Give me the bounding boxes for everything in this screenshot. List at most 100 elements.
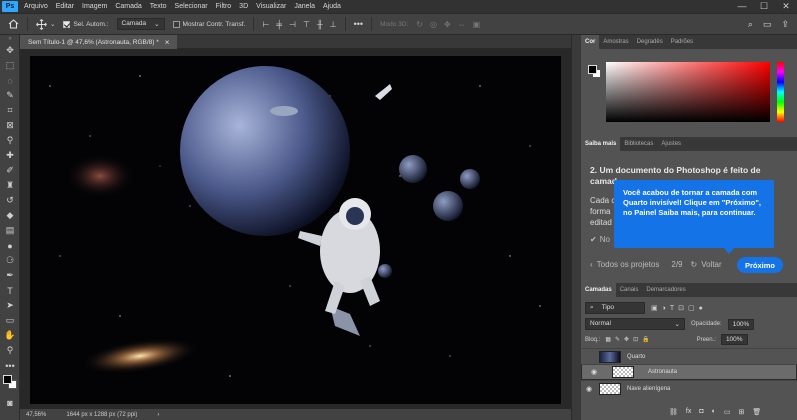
menu-janela[interactable]: Janela xyxy=(290,3,319,10)
blur-tool-icon[interactable]: ● xyxy=(0,238,20,253)
chevron-left-icon[interactable]: ‹ xyxy=(590,260,593,269)
zoom-level[interactable]: 47,56% xyxy=(26,412,46,418)
move-tool-preset[interactable]: ⌄ xyxy=(36,18,55,30)
rectangle-tool-icon[interactable]: ▭ xyxy=(0,313,20,328)
tab-cor[interactable]: Cor xyxy=(581,35,600,49)
tab-ajustes[interactable]: Ajustes xyxy=(657,137,685,151)
more-options-icon[interactable]: ••• xyxy=(354,19,363,29)
eye-icon[interactable]: ◉ xyxy=(588,368,600,376)
healing-brush-tool-icon[interactable]: ✚ xyxy=(0,148,20,163)
canvas-area[interactable] xyxy=(20,49,571,409)
workspace-icon[interactable]: ▭ xyxy=(763,19,772,30)
layer-row[interactable]: Quarto xyxy=(581,348,797,364)
lock-icons[interactable]: ▦✎✥⊡🔒 xyxy=(605,336,653,343)
lasso-tool-icon[interactable]: ◌ xyxy=(0,73,20,88)
gradient-tool-icon[interactable]: ▤ xyxy=(0,223,20,238)
crop-tool-icon[interactable]: ⌗ xyxy=(0,103,20,118)
maximize-button[interactable]: ☐ xyxy=(753,0,775,13)
align-icons[interactable]: ⊢ ╪ ⊣ ⊤ ╫ ⊥ xyxy=(262,20,336,29)
quick-mask-icon[interactable]: ◙ xyxy=(0,395,20,410)
zoom-tool-icon[interactable]: ⚲ xyxy=(0,343,20,358)
next-button[interactable]: Próximo xyxy=(737,257,783,273)
adjustment-icon[interactable]: ◐ xyxy=(712,408,716,416)
tab-canais[interactable]: Canais xyxy=(616,283,643,297)
menu-ajuda[interactable]: Ajuda xyxy=(319,3,345,10)
tab-saiba-mais[interactable]: Saiba mais xyxy=(581,137,621,151)
tab-camadas[interactable]: Camadas xyxy=(581,283,616,297)
color-swatches[interactable] xyxy=(0,373,20,395)
eye-icon[interactable]: ◉ xyxy=(583,385,595,393)
share-icon[interactable]: ⇪ xyxy=(781,19,789,30)
back-button[interactable]: Voltar xyxy=(701,260,721,269)
menu-filtro[interactable]: Filtro xyxy=(212,3,236,10)
history-brush-tool-icon[interactable]: ↺ xyxy=(0,193,20,208)
more-tools-icon[interactable]: ••• xyxy=(0,358,20,373)
menu-visualizar[interactable]: Visualizar xyxy=(252,3,290,10)
opacity-input[interactable]: 100% xyxy=(727,318,755,330)
type-tool-icon[interactable]: T xyxy=(0,283,20,298)
eyedropper-tool-icon[interactable]: ⚲ xyxy=(0,133,20,148)
move-tool-icon[interactable]: ✥ xyxy=(0,43,20,58)
menu-selecionar[interactable]: Selecionar xyxy=(171,3,212,10)
auto-select-toggle[interactable]: Sel. Autom.: xyxy=(63,20,109,28)
align-right-icon[interactable]: ⊣ xyxy=(289,20,296,29)
auto-select-dropdown[interactable]: Camada ⌄ xyxy=(116,18,165,30)
menu-camada[interactable]: Camada xyxy=(111,3,145,10)
path-selection-tool-icon[interactable]: ➤ xyxy=(0,298,20,313)
quick-select-tool-icon[interactable]: ✎ xyxy=(0,88,20,103)
fx-icon[interactable]: fx xyxy=(686,408,691,416)
pen-tool-icon[interactable]: ✒ xyxy=(0,268,20,283)
new-layer-icon[interactable]: ⊞ xyxy=(738,408,744,416)
refresh-icon[interactable]: ↻ xyxy=(691,260,698,269)
menu-texto[interactable]: Texto xyxy=(146,3,171,10)
color-picker-field[interactable] xyxy=(606,62,770,122)
tab-padroes[interactable]: Padrões xyxy=(667,35,697,49)
menu-editar[interactable]: Editar xyxy=(52,3,78,10)
layer-row[interactable]: ◉ Nave alienígena xyxy=(581,380,797,396)
fill-input[interactable]: 100% xyxy=(720,334,748,345)
tab-demarcadores[interactable]: Demarcadores xyxy=(642,283,689,297)
brush-tool-icon[interactable]: ✐ xyxy=(0,163,20,178)
layer-row-selected[interactable]: ◉ Astronauta xyxy=(581,364,797,380)
link-icon[interactable]: ⛓ xyxy=(669,408,678,416)
foreground-color-swatch[interactable] xyxy=(3,375,12,384)
menu-3d[interactable]: 3D xyxy=(235,3,252,10)
marquee-tool-icon[interactable]: ⬚ xyxy=(0,58,20,73)
learn-checkbox-row[interactable]: ✔ No xyxy=(590,235,610,244)
hue-slider[interactable] xyxy=(777,62,784,122)
close-window-button[interactable]: ✕ xyxy=(775,0,797,13)
show-transform-toggle[interactable]: Mostrar Contr. Transf. xyxy=(172,20,245,28)
minimize-button[interactable]: — xyxy=(731,0,753,13)
show-transform-checkbox[interactable] xyxy=(172,20,180,28)
tab-amostras[interactable]: Amostras xyxy=(599,35,632,49)
color-panel-foreground-swatch[interactable] xyxy=(588,65,597,74)
menu-imagem[interactable]: Imagem xyxy=(78,3,111,10)
tab-degrades[interactable]: Degradês xyxy=(633,35,667,49)
hand-tool-icon[interactable]: ✋ xyxy=(0,328,20,343)
close-tab-icon[interactable]: × xyxy=(165,38,170,47)
mask-icon[interactable]: ◘ xyxy=(699,408,703,416)
document-tab[interactable]: Sem Título-1 @ 47,6% (Astronauta, RGB/8)… xyxy=(20,35,178,49)
blend-mode-dropdown[interactable]: Normal ⌄ xyxy=(585,318,685,330)
all-projects-link[interactable]: Todos os projetos xyxy=(597,260,660,269)
align-left-icon[interactable]: ⊢ xyxy=(262,20,269,29)
search-icon[interactable]: ⌕ xyxy=(748,19,753,30)
group-icon[interactable]: ▭ xyxy=(724,408,731,416)
dodge-tool-icon[interactable]: ⚆ xyxy=(0,253,20,268)
trash-icon[interactable]: 🗑 xyxy=(752,408,761,416)
collapse-icon[interactable]: » xyxy=(0,35,20,43)
document-canvas[interactable] xyxy=(30,56,561,404)
tab-bibliotecas[interactable]: Bibliotecas xyxy=(620,137,657,151)
clone-stamp-tool-icon[interactable]: ♜ xyxy=(0,178,20,193)
menu-arquivo[interactable]: Arquivo xyxy=(20,3,52,10)
eraser-tool-icon[interactable]: ◆ xyxy=(0,208,20,223)
align-middle-icon[interactable]: ╫ xyxy=(317,20,323,29)
chevron-right-icon[interactable]: › xyxy=(157,412,159,418)
align-top-icon[interactable]: ⊤ xyxy=(303,20,310,29)
home-icon[interactable] xyxy=(8,19,19,29)
auto-select-checkbox[interactable] xyxy=(63,20,71,28)
align-bottom-icon[interactable]: ⊥ xyxy=(330,20,337,29)
frame-tool-icon[interactable]: ⊠ xyxy=(0,118,20,133)
align-center-icon[interactable]: ╪ xyxy=(276,20,282,29)
layer-kind-filter[interactable]: ⌕ Tipo xyxy=(585,302,645,314)
